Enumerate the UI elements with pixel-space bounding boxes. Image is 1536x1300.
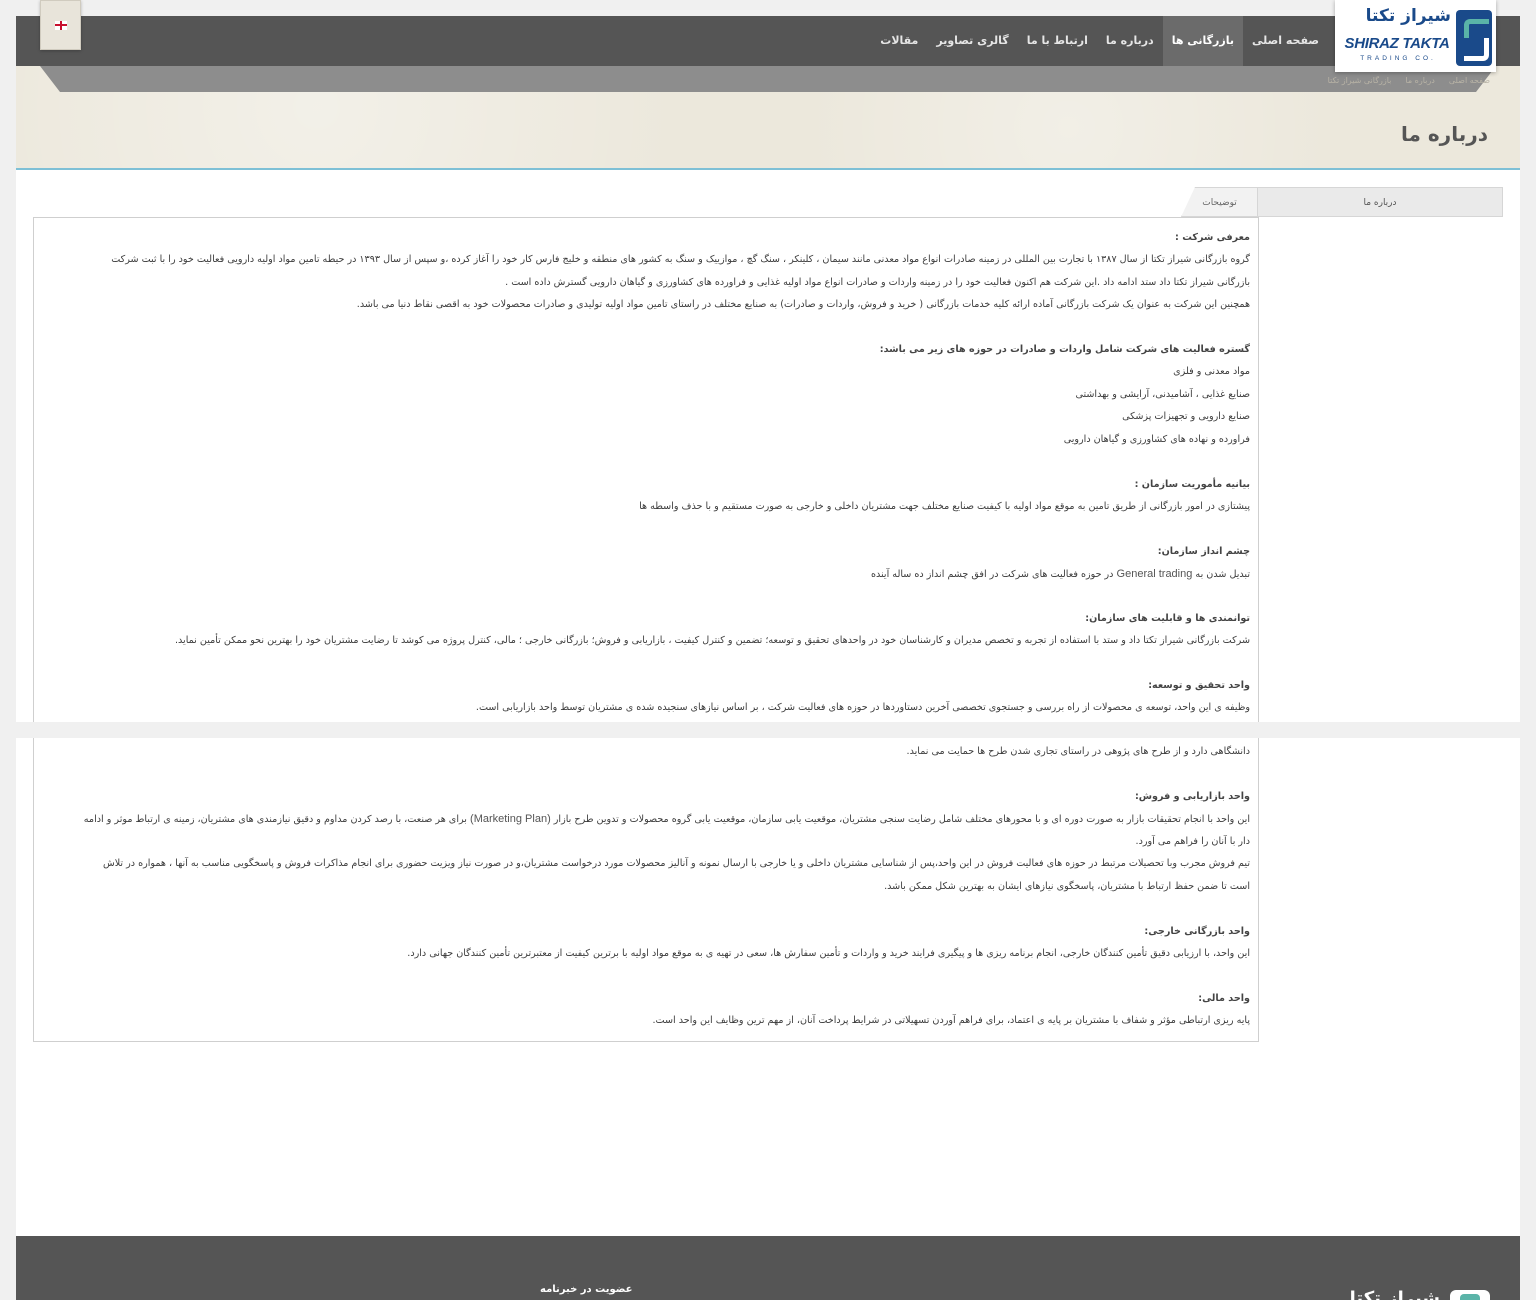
tab-about[interactable]: درباره ما — [1257, 187, 1503, 217]
mission-heading: بیانیه مأموریت سازمان : — [1134, 479, 1250, 490]
nav-item-commerce[interactable]: بازرگانی ها — [1162, 16, 1243, 66]
vision-heading: چشم انداز سازمان: — [1157, 546, 1250, 557]
english-flag-icon — [54, 20, 67, 30]
sales-text: است تا ضمن حفظ ارتباط با مشتریان، پاسخگو… — [884, 881, 1250, 892]
foreign-trade-text: این واحد، با ارزیابی دقیق تأمین کنندگان … — [407, 948, 1250, 959]
content-tabs: درباره ما توضیحات — [1181, 187, 1503, 217]
intro-paragraph-line: بازرگانی شیراز تکتا داد ستد ادامه داد .ا… — [505, 277, 1250, 288]
description-panel: معرفی شرکت : گروه بازرگانی شیراز تکتا از… — [33, 217, 1259, 722]
description-panel-continued: دانشگاهی دارد و از طرح های پژوهی در راست… — [33, 738, 1259, 1042]
main-menu: صفحه اصلی بازرگانی ها درباره ما ارتباط ب… — [871, 16, 1328, 66]
vision-text: تبدیل شدن به General trading در حوزه فعا… — [870, 568, 1250, 580]
capability-text: شرکت بازرگانی شیراز تکتا داد و ستد با اس… — [174, 635, 1250, 646]
site-logo[interactable]: شیراز تکتا SHIRAZ TAKTA TRADING CO. — [1335, 0, 1496, 72]
sales-text: تیم فروش مجرب وبا تحصیلات مرتبط در حوزه … — [102, 858, 1250, 869]
nav-item-gallery[interactable]: گالری تصاویر — [927, 16, 1017, 66]
finance-text: پایه ریزی ارتباطی مؤثر و شفاف با مشتریان… — [652, 1015, 1251, 1026]
rnd-text: وظیفه ی این واحد، توسعه ی محصولات از راه… — [475, 702, 1250, 713]
logo-english-text: SHIRAZ TAKTA — [1344, 35, 1450, 52]
scope-item: صنایع دارویی و تجهیزات پزشکی — [1122, 411, 1250, 422]
intro-paragraph-line: گروه بازرگانی شیراز تکتا از سال ۱۳۸۷ با … — [111, 254, 1250, 265]
vision-english-term: General trading — [1116, 568, 1193, 580]
nav-item-about[interactable]: درباره ما — [1097, 16, 1163, 66]
capability-heading: توانمندی ها و قابلیت های سازمان: — [1085, 613, 1250, 624]
finance-heading: واحد مالی: — [1198, 993, 1250, 1004]
breadcrumb-current: بازرگانی شیراز تکتا — [1327, 76, 1392, 85]
scope-item: مواد معدنی و فلزی — [1173, 366, 1250, 377]
nav-item-home[interactable]: صفحه اصلی — [1243, 16, 1328, 66]
content-area: درباره ما توضیحات معرفی شرکت : گروه بازر… — [16, 170, 1520, 722]
nav-item-contact[interactable]: ارتباط با ما — [1018, 16, 1097, 66]
logo-tagline: TRADING CO. — [1360, 55, 1436, 62]
marketing-plan-term: (Marketing Plan) — [470, 813, 551, 825]
nav-item-articles[interactable]: مقالات — [871, 16, 927, 66]
footer-logo[interactable]: شیراز تکتا — [1350, 1288, 1440, 1300]
banner-shadow — [40, 66, 1496, 92]
language-switch-button[interactable] — [40, 0, 81, 50]
content-area-continued: دانشگاهی دارد و از طرح های پژوهی در راست… — [16, 738, 1520, 1236]
logo-persian-text: شیراز تکتا — [1365, 6, 1451, 26]
scope-heading: گستره فعالیت های شرکت شامل واردات و صادر… — [879, 344, 1250, 355]
rnd-heading: واحد تحقیق و توسعه: — [1148, 680, 1250, 691]
rnd-text-continued: دانشگاهی دارد و از طرح های پژوهی در راست… — [906, 746, 1250, 757]
scope-item: صنایع غذایی ، آشامیدنی، آرایشی و بهداشتی — [1075, 389, 1250, 400]
scope-item: فراورده و نهاده های کشاورزی و گیاهان دار… — [1063, 434, 1250, 445]
footer-logo-icon — [1450, 1290, 1490, 1300]
mission-text: پیشتازی در امور بازرگانی از طریق تامین ب… — [639, 501, 1250, 512]
breadcrumb: صفحه اصلی درباره ما بازرگانی شیراز تکتا — [1328, 76, 1490, 85]
breadcrumb-about[interactable]: درباره ما — [1405, 76, 1434, 85]
marketing-text: دار با آنان را فراهم می آورد. — [1135, 836, 1250, 847]
breadcrumb-home[interactable]: صفحه اصلی — [1449, 76, 1490, 85]
logo-mark-icon — [1456, 10, 1492, 66]
page-banner: صفحه اصلی درباره ما بازرگانی شیراز تکتا … — [16, 66, 1520, 170]
tab-description[interactable]: توضیحات — [1181, 187, 1257, 217]
site-footer: عضویت در خبرنامه شیراز تکتا — [16, 1236, 1520, 1300]
top-navbar: صفحه اصلی بازرگانی ها درباره ما ارتباط ب… — [16, 16, 1520, 66]
marketing-heading: واحد بازاریابی و فروش: — [1134, 791, 1250, 802]
page-title: درباره ما — [1401, 122, 1488, 146]
foreign-trade-heading: واحد بازرگانی خارجی: — [1144, 926, 1250, 937]
newsletter-heading: عضویت در خبرنامه — [540, 1284, 633, 1295]
intro-paragraph-2: همچنین این شرکت به عنوان یک شرکت بازرگان… — [356, 299, 1250, 310]
marketing-text: این واحد با انجام تحقیقات بازار به صورت … — [83, 813, 1250, 825]
intro-heading: معرفی شرکت : — [1175, 232, 1250, 243]
